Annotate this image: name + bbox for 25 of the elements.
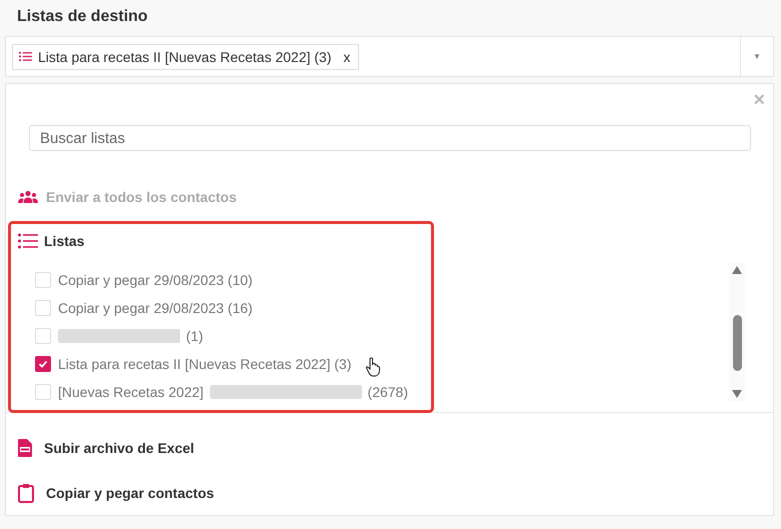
people-icon <box>18 190 38 204</box>
list-item-count: (1) <box>186 328 204 344</box>
remove-chip-button[interactable]: x <box>343 48 350 64</box>
scroll-down-icon[interactable] <box>732 390 742 398</box>
search-field[interactable]: Buscar listas <box>29 125 751 151</box>
action-option[interactable]: Copiar y pegar contactos <box>46 484 214 500</box>
chip-label: Lista para recetas II [Nuevas Recetas 2022] (3) <box>38 48 332 64</box>
spreadsheet-file-icon <box>18 438 32 456</box>
list-icon <box>18 233 38 249</box>
list-item-count: (2678) <box>368 384 408 400</box>
list-item-label[interactable]: Copiar y pegar 29/08/2023 (16) <box>58 300 253 316</box>
action-option[interactable]: Subir archivo de Excel <box>44 440 194 456</box>
list-item-label[interactable]: Lista para recetas II [Nuevas Recetas 2022] (3) <box>58 356 352 372</box>
lists-heading: Listas <box>44 233 84 249</box>
list-item-label[interactable]: [Nuevas Recetas 2022] <box>58 384 204 400</box>
hand-cursor-icon <box>365 357 381 377</box>
scroll-up-icon[interactable] <box>732 266 742 274</box>
section-title: Listas de destino <box>16 7 149 27</box>
checkbox[interactable] <box>35 356 51 372</box>
scrollbar-thumb[interactable] <box>732 315 742 371</box>
clipboard-icon <box>18 482 34 502</box>
list-icon <box>19 51 32 62</box>
list-select[interactable]: Lista para recetas II [Nuevas Recetas 2022] (3) x ▼ <box>5 36 774 77</box>
check-icon <box>38 359 48 369</box>
list-item-label[interactable]: Copiar y pegar 29/08/2023 (10) <box>58 272 253 288</box>
